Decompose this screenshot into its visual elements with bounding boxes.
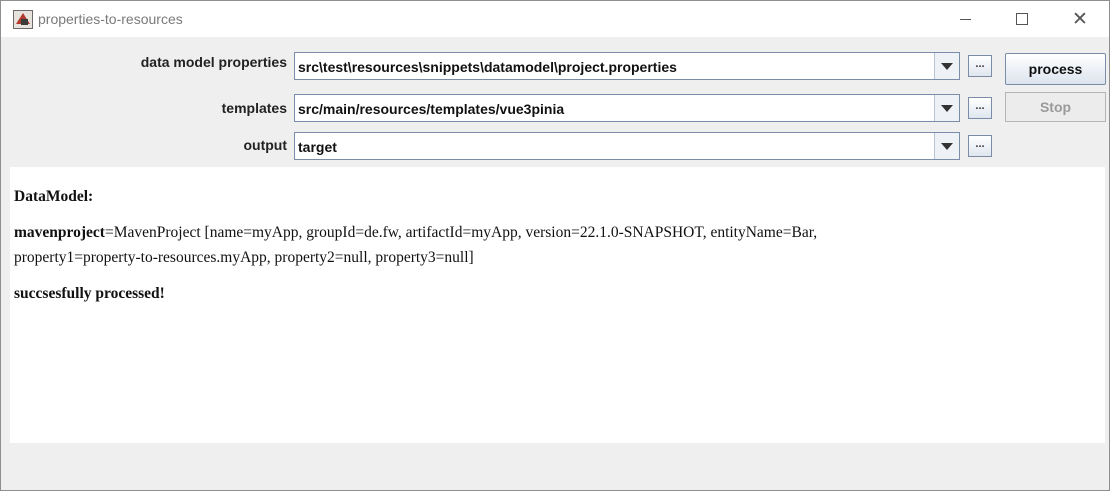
dropdown-arrow-icon (941, 105, 953, 112)
minimize-button[interactable] (943, 1, 989, 37)
process-button[interactable]: process (1005, 53, 1106, 85)
templates-label: templates (221, 100, 287, 116)
output-dropdown-button[interactable] (934, 133, 959, 159)
templates-value: src/main/resources/templates/vue3pinia (298, 101, 565, 117)
data-model-dropdown-button[interactable] (934, 53, 959, 79)
templates-combo[interactable]: src/main/resources/templates/vue3pinia (294, 94, 960, 122)
output-line-1: mavenproject=MavenProject [name=myApp, g… (14, 224, 817, 242)
dropdown-arrow-icon (941, 143, 953, 150)
output-browse-button[interactable]: ... (968, 135, 992, 157)
close-button[interactable]: ✕ (1057, 1, 1103, 37)
output-key: mavenproject (14, 224, 105, 241)
data-model-properties-combo[interactable]: src\test\resources\snippets\datamodel\pr… (294, 52, 960, 80)
output-status: succsesfully processed! (14, 285, 165, 302)
output-log[interactable]: DataModel: mavenproject=MavenProject [na… (10, 167, 1105, 443)
minimize-icon (960, 19, 971, 20)
output-label: output (243, 137, 287, 153)
title-bar[interactable]: properties-to-resources ✕ (1, 1, 1109, 37)
output-value: target (298, 139, 337, 155)
close-icon: ✕ (1072, 8, 1088, 30)
dropdown-arrow-icon (941, 63, 953, 70)
templates-browse-button[interactable]: ... (968, 97, 992, 119)
data-model-browse-button[interactable]: ... (968, 55, 992, 77)
maximize-button[interactable] (999, 1, 1045, 37)
output-line-2: property1=property-to-resources.myApp, p… (14, 249, 474, 266)
app-window: properties-to-resources ✕ data model pro… (0, 0, 1110, 491)
output-heading: DataModel: (14, 188, 94, 205)
templates-dropdown-button[interactable] (934, 95, 959, 121)
maximize-icon (1016, 13, 1028, 25)
output-combo[interactable]: target (294, 132, 960, 160)
app-icon (13, 10, 33, 29)
output-line-1-rest: =MavenProject [name=myApp, groupId=de.fw… (104, 224, 818, 241)
data-model-properties-label: data model properties (140, 54, 287, 70)
stop-button[interactable]: Stop (1005, 92, 1106, 122)
data-model-properties-value: src\test\resources\snippets\datamodel\pr… (298, 59, 677, 75)
window-title: properties-to-resources (38, 11, 183, 27)
